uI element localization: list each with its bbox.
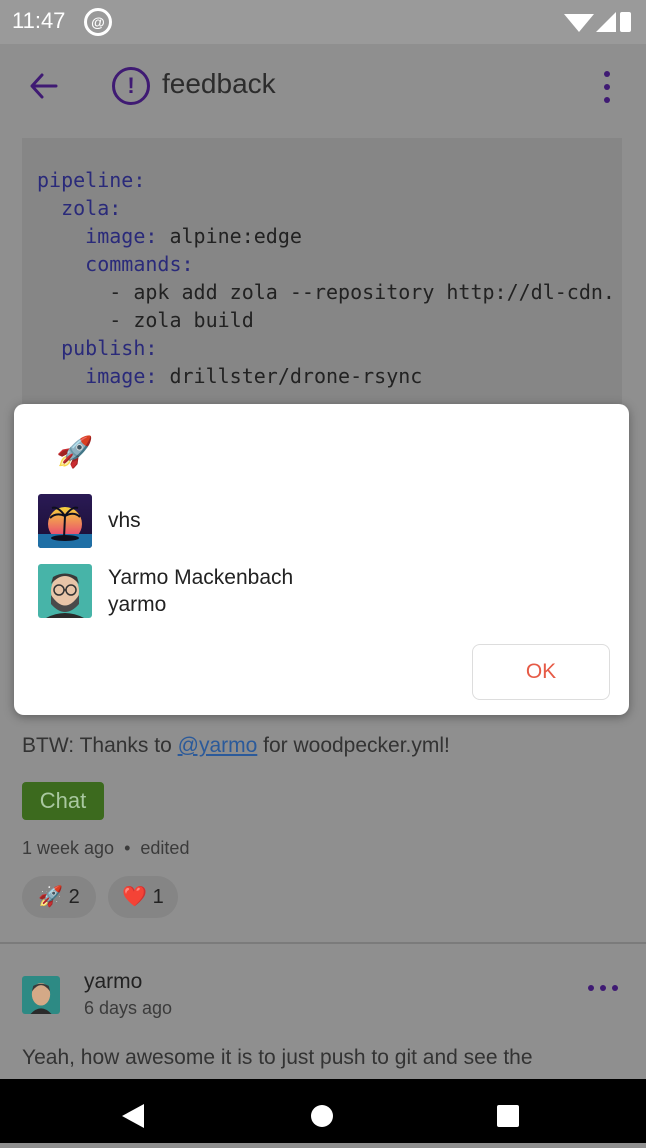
comment-body: Yeah, how awesome it is to just push to …	[22, 1046, 533, 1069]
system-nav-bar	[0, 1079, 646, 1143]
comment-time: 6 days ago	[84, 998, 173, 1018]
code-line: zola:	[61, 196, 122, 220]
code-line: image: alpine:edge	[85, 224, 302, 248]
wifi-icon	[564, 14, 594, 32]
status-bar: 11:47 @	[0, 0, 646, 44]
alert-circle-icon: !	[112, 67, 150, 105]
code-block: pipeline: zola: image: alpine:edge comma…	[22, 138, 622, 418]
avatar[interactable]	[38, 494, 92, 548]
clock: 11:47	[12, 8, 66, 33]
recents-nav-icon[interactable]	[497, 1105, 519, 1127]
user-name: Yarmo Mackenbach	[108, 566, 294, 589]
dot-separator: •	[119, 838, 141, 858]
app-bar: ! feedback	[0, 44, 646, 128]
code-line: publish:	[61, 336, 158, 360]
battery-icon	[620, 12, 631, 32]
comment-username[interactable]: yarmo	[84, 970, 142, 994]
code-line: commands:	[85, 252, 194, 276]
reaction-rocket[interactable]: 🚀 2	[22, 876, 96, 918]
post-meta: 1 week ago • edited	[22, 838, 189, 859]
user-handle: yarmo	[108, 593, 167, 616]
post-time: 1 week ago	[22, 838, 115, 858]
code-line: - zola build	[37, 308, 254, 332]
rocket-icon: 🚀	[38, 886, 64, 908]
avatar[interactable]	[22, 976, 60, 1014]
avatar[interactable]	[38, 564, 92, 618]
back-nav-icon[interactable]	[122, 1104, 144, 1128]
arrow-left-icon[interactable]	[26, 66, 66, 106]
at-sign-icon: @	[84, 8, 112, 36]
reaction-count: 2	[68, 886, 80, 908]
code-line: - apk add zola --repository http://dl-cd…	[37, 280, 615, 304]
rocket-icon: 🚀	[56, 436, 94, 469]
more-icon[interactable]	[586, 978, 620, 998]
reaction-count: 1	[152, 886, 164, 908]
divider	[0, 942, 646, 944]
mention-link[interactable]: @yarmo	[178, 734, 258, 757]
reaction-heart[interactable]: ❤️ 1	[108, 876, 178, 918]
code-line: pipeline:	[37, 168, 146, 192]
status-icons	[564, 12, 631, 32]
user-name: vhs	[108, 509, 141, 532]
kebab-icon[interactable]	[598, 68, 616, 108]
post-text: BTW: Thanks to @yarmo for woodpecker.yml…	[22, 734, 450, 757]
home-nav-icon[interactable]	[311, 1105, 333, 1127]
tag-chip[interactable]: Chat	[22, 782, 104, 820]
ok-button[interactable]: OK	[472, 644, 610, 700]
page-title: feedback	[162, 68, 276, 99]
reactions-dialog: 🚀 vhs Yarmo Mackenbach yarmo OK	[14, 404, 629, 715]
edited-label: edited	[140, 838, 190, 858]
signal-icon	[596, 12, 616, 32]
code-line: image: drillster/drone-rsync	[85, 364, 423, 388]
heart-icon: ❤️	[122, 886, 148, 908]
